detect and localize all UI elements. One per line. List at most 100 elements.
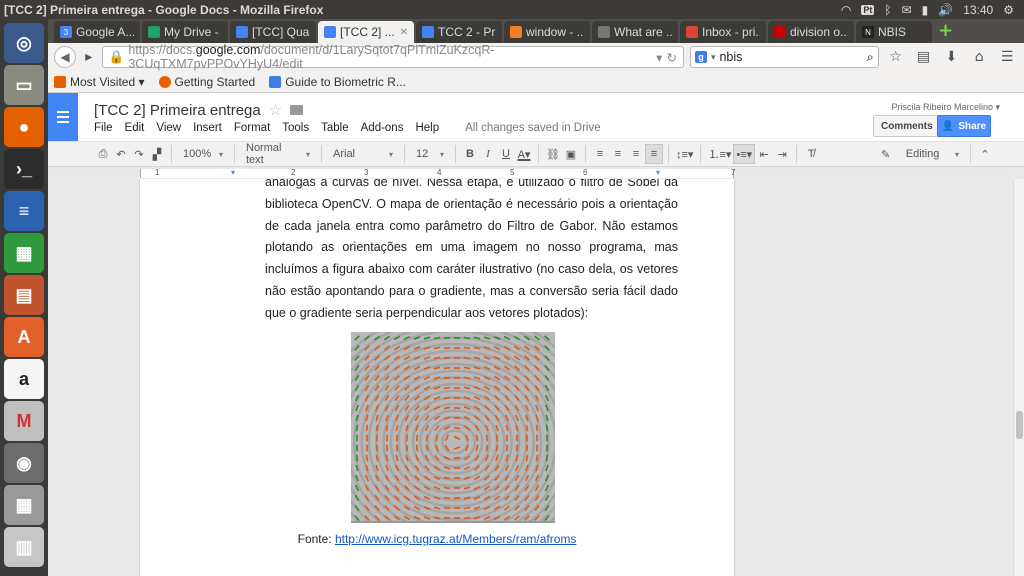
docs-logo-icon[interactable] — [48, 93, 78, 141]
close-tab-icon[interactable]: ✕ — [400, 27, 408, 38]
power-gear-icon[interactable]: ⚙ — [1003, 3, 1014, 17]
ubuntu-dash-icon[interactable]: ◎ — [4, 23, 44, 63]
zoom-select[interactable]: 100% — [177, 144, 229, 164]
paint-format-icon[interactable]: ▞ — [148, 144, 166, 164]
fingerprint-orientation-image[interactable] — [351, 332, 555, 523]
share-button[interactable]: 👤 Share — [937, 115, 991, 137]
document-page[interactable]: análogas a curvas de nível. Nessa etapa,… — [140, 179, 734, 576]
line-spacing-icon[interactable]: ↕≡▾ — [674, 144, 695, 164]
folder-icon[interactable] — [290, 105, 304, 115]
decrease-indent-icon[interactable]: ⇤ — [755, 144, 773, 164]
firefox-icon[interactable]: ● — [4, 107, 44, 147]
disk-icon[interactable]: ◉ — [4, 443, 44, 483]
reading-list-icon[interactable]: ▤ — [913, 46, 935, 68]
browser-tab[interactable]: 3 Google A... — [54, 21, 140, 43]
align-justify-icon[interactable]: ≡ — [645, 144, 663, 164]
vertical-scrollbar[interactable] — [1013, 179, 1024, 576]
browser-tab[interactable]: What are ... — [592, 21, 678, 43]
bold-icon[interactable]: B — [461, 144, 479, 164]
menu-view[interactable]: View — [156, 122, 181, 134]
browser-tab[interactable]: [TCC] Qua... — [230, 21, 316, 43]
bulleted-list-icon[interactable]: •≡▾ — [733, 144, 756, 164]
comment-icon[interactable]: ▣ — [562, 144, 580, 164]
terminal-icon[interactable]: ›_ — [4, 149, 44, 189]
writer-icon[interactable]: ≡ — [4, 191, 44, 231]
right-indent-marker[interactable]: ▾ — [656, 168, 660, 177]
reload-icon[interactable]: ↻ — [666, 50, 676, 65]
google-search-engine-icon[interactable]: g — [694, 51, 707, 63]
increase-indent-icon[interactable]: ⇥ — [773, 144, 791, 164]
calc-icon[interactable]: ▦ — [4, 233, 44, 273]
underline-icon[interactable]: U — [497, 144, 515, 164]
font-select[interactable]: Arial — [327, 144, 399, 164]
workspace-switcher-icon[interactable]: ▦ — [4, 485, 44, 525]
home-icon[interactable]: ⌂ — [968, 46, 990, 68]
bookmark-most-visited[interactable]: Most Visited ▾ — [54, 75, 145, 89]
scrollbar-thumb[interactable] — [1016, 411, 1023, 439]
editing-mode-select[interactable]: ✎ Editing — [875, 144, 965, 164]
star-icon[interactable]: ☆ — [269, 101, 282, 119]
collapse-chevron-up-icon[interactable]: ⌃ — [976, 144, 994, 164]
font-size-select[interactable]: 12 — [410, 144, 450, 164]
search-bar[interactable]: g ▾ nbis ⌕ — [689, 46, 879, 68]
source-link[interactable]: http://www.icg.tugraz.at/Members/ram/afr… — [335, 532, 576, 546]
account-name[interactable]: Priscila Ribeiro Marcelino ▾ — [891, 102, 1000, 113]
search-engine-chevron-down-icon[interactable]: ▾ — [711, 52, 716, 63]
save-status[interactable]: All changes saved in Drive — [465, 122, 601, 134]
volume-icon[interactable]: 🔊 — [938, 3, 953, 17]
search-icon[interactable]: ⌕ — [867, 50, 874, 65]
browser-tab[interactable]: My Drive - ... — [142, 21, 228, 43]
back-arrow-icon[interactable]: ◀ — [54, 46, 76, 68]
body-paragraph[interactable]: análogas a curvas de nível. Nessa etapa,… — [265, 179, 678, 325]
clock[interactable]: 13:40 — [963, 3, 993, 17]
comments-button[interactable]: Comments — [873, 115, 941, 137]
files-icon[interactable]: ▭ — [4, 65, 44, 105]
bluetooth-icon[interactable]: ᛒ — [884, 3, 891, 17]
italic-icon[interactable]: I — [479, 144, 497, 164]
text-color-icon[interactable]: A▾ — [515, 144, 533, 164]
software-center-icon[interactable]: A — [4, 317, 44, 357]
search-input[interactable]: nbis — [719, 50, 862, 64]
bookmark-star-icon[interactable]: ☆ — [885, 46, 907, 68]
print-icon[interactable]: ⎙ — [94, 144, 112, 164]
menu-addons[interactable]: Add-ons — [361, 122, 404, 134]
browser-tab[interactable]: N NBIS — [856, 21, 932, 43]
menu-tools[interactable]: Tools — [282, 122, 309, 134]
left-indent-marker[interactable]: ▾ — [231, 168, 235, 177]
menu-help[interactable]: Help — [415, 122, 439, 134]
bookmark-getting-started[interactable]: Getting Started — [158, 75, 255, 89]
browser-tab[interactable]: Inbox - pri... — [680, 21, 766, 43]
url-bar[interactable]: 🔒 https://docs.google.com/document/d/1La… — [101, 43, 684, 71]
mail-icon[interactable]: ✉ — [902, 3, 912, 17]
trash-icon[interactable]: ▥ — [4, 527, 44, 567]
menu-format[interactable]: Format — [234, 122, 270, 134]
keyboard-layout-indicator[interactable]: Pt — [861, 4, 875, 15]
menu-insert[interactable]: Insert — [193, 122, 222, 134]
numbered-list-icon[interactable]: ⒈≡▾ — [706, 144, 733, 164]
menu-file[interactable]: File — [94, 122, 113, 134]
battery-icon[interactable]: ▮ — [922, 3, 929, 17]
browser-tab-active[interactable]: [TCC 2] ... ✕ — [318, 21, 414, 43]
forward-arrow-icon[interactable]: ▸ — [82, 46, 96, 68]
site-identity-icon[interactable]: 🔒 — [109, 50, 125, 65]
document-title[interactable]: [TCC 2] Primeira entrega — [94, 102, 261, 119]
browser-tab[interactable]: division o... — [768, 21, 854, 43]
align-right-icon[interactable]: ≡ — [627, 144, 645, 164]
url-dropdown-chevron-down-icon[interactable]: ▾ — [656, 50, 662, 65]
link-icon[interactable]: ⛓ — [544, 144, 562, 164]
new-tab-plus-icon[interactable]: + — [938, 20, 953, 41]
menu-edit[interactable]: Edit — [125, 122, 145, 134]
hamburger-menu-icon[interactable]: ☰ — [996, 46, 1018, 68]
undo-icon[interactable]: ↶ — [112, 144, 130, 164]
browser-tab[interactable]: window - ... — [504, 21, 590, 43]
bookmark-guide-biometric[interactable]: Guide to Biometric R... — [269, 75, 406, 89]
browser-tab[interactable]: TCC 2 - Pri... — [416, 21, 502, 43]
align-left-icon[interactable]: ≡ — [591, 144, 609, 164]
align-center-icon[interactable]: ≡ — [609, 144, 627, 164]
impress-icon[interactable]: ▤ — [4, 275, 44, 315]
menu-table[interactable]: Table — [321, 122, 349, 134]
amazon-icon[interactable]: a — [4, 359, 44, 399]
gmail-icon[interactable]: M — [4, 401, 44, 441]
style-select[interactable]: Normal text — [240, 142, 316, 166]
clear-formatting-icon[interactable]: T̸ — [802, 144, 820, 164]
